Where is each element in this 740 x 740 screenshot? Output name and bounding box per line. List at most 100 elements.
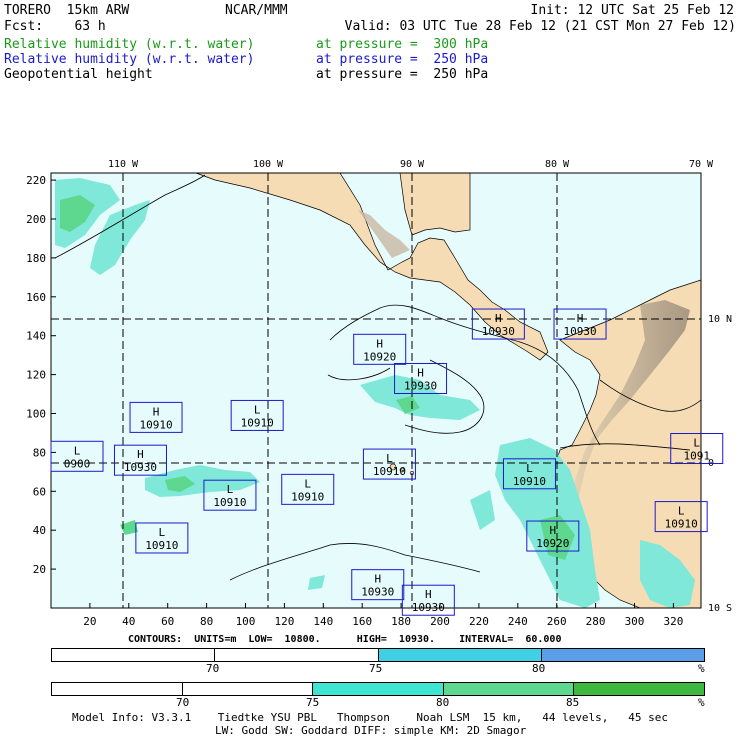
lon-label-100w: 100 W (253, 159, 284, 170)
pressure-value: 10930 (361, 586, 394, 599)
pressure-type: L (159, 526, 166, 539)
colorbar2-label-85: 85 (566, 696, 580, 709)
y-tick-label: 120 (26, 369, 46, 382)
colorbar2-label-75: 75 (306, 696, 320, 709)
pressure-type: H (376, 337, 383, 350)
colorbar1-label-80: 80 (532, 662, 546, 675)
pressure-value: 10910 (291, 490, 324, 503)
x-tick-label: 80 (200, 615, 213, 628)
field-2-name: Relative humidity (w.r.t. water) (4, 52, 255, 67)
pressure-type: L (526, 462, 533, 475)
field-3-level: at pressure = 250 hPa (316, 67, 489, 82)
pressure-value: 10930 (482, 325, 515, 338)
x-tick-label: 100 (236, 615, 256, 628)
pressure-value: 10910 (373, 465, 406, 478)
colorbar1-seg (215, 649, 379, 661)
pressure-type: L (304, 477, 311, 490)
field-1-level: at pressure = 300 hPa (316, 37, 489, 52)
pressure-value: 10910 (665, 518, 698, 531)
pressure-value: 0900 (64, 457, 91, 470)
colorbar1-seg (52, 649, 216, 661)
pressure-type: L (254, 403, 261, 416)
colorbar2-seg (313, 683, 444, 695)
colorbar1-seg (541, 649, 704, 661)
pressure-type: H (495, 312, 502, 325)
y-tick-label: 60 (33, 485, 46, 498)
x-tick-label: 140 (313, 615, 333, 628)
pressure-value: 10910 (139, 418, 172, 431)
pressure-type: H (425, 588, 432, 601)
colorbar1-seg (378, 649, 542, 661)
x-tick-label: 300 (625, 615, 645, 628)
colorbar2-seg (443, 683, 575, 695)
pressure-type: H (137, 448, 144, 461)
colorbar2-seg (52, 683, 183, 695)
field-2-level: at pressure = 250 hPa (316, 52, 489, 67)
colorbar-300hpa (51, 682, 705, 696)
pressure-type: H (577, 312, 584, 325)
y-tick-label: 40 (33, 524, 46, 537)
pressure-value: 10910 (145, 539, 178, 552)
colorbar2-seg (574, 683, 704, 695)
valid-time: Valid: 03 UTC Tue 28 Feb 12 (21 CST Mon … (344, 19, 736, 34)
colorbar2-seg (182, 683, 314, 695)
model-info-line1: Model Info: V3.3.1 Tiedtke YSU PBL Thomp… (72, 711, 669, 724)
pressure-type: L (74, 444, 81, 457)
pressure-value: 1091 (683, 450, 710, 463)
x-tick-label: 160 (352, 615, 372, 628)
x-tick-label: 260 (547, 615, 567, 628)
pressure-value: 10920 (536, 537, 569, 550)
pressure-value: 10930 (412, 601, 445, 614)
lat-label-10n: 10 N (708, 314, 732, 325)
pressure-value: 10920 (363, 350, 396, 363)
lon-label-90w: 90 W (400, 159, 425, 170)
pressure-type: H (549, 524, 556, 537)
y-tick-label: 160 (26, 291, 46, 304)
contours-info: CONTOURS: UNITS=m LOW= 10800. HIGH= 1093… (128, 634, 562, 645)
pressure-type: H (153, 405, 160, 418)
x-tick-label: 320 (663, 615, 683, 628)
y-tick-label: 140 (26, 330, 46, 343)
pressure-type: H (417, 366, 424, 379)
y-tick-label: 180 (26, 252, 46, 265)
lon-label-110w: 110 W (108, 159, 139, 170)
pressure-value: 10910 (213, 496, 246, 509)
colorbar-250hpa (51, 648, 705, 662)
init-time: Init: 12 UTC Sat 25 Feb 12 (530, 3, 735, 18)
x-tick-label: 280 (586, 615, 606, 628)
org-label: NCAR/MMM (225, 3, 288, 18)
x-tick-label: 20 (83, 615, 96, 628)
model-title: TORERO 15km ARW (4, 3, 130, 18)
x-tick-label: 180 (391, 615, 411, 628)
x-tick-label: 200 (430, 615, 450, 628)
lon-label-80w: 80 W (545, 159, 570, 170)
pressure-value: 10910 (241, 416, 274, 429)
x-tick-label: 40 (122, 615, 135, 628)
land-yucatan (399, 172, 471, 236)
pressure-type: L (678, 505, 685, 518)
x-tick-label: 220 (469, 615, 489, 628)
pressure-value: 10930 (124, 461, 157, 474)
lat-label-10s: 10 S (708, 603, 732, 614)
colorbar2-label-70: 70 (176, 696, 190, 709)
pressure-value: 10910 (513, 475, 546, 488)
pressure-value: 10930 (404, 379, 437, 392)
pressure-type: L (227, 483, 234, 496)
x-tick-label: 120 (274, 615, 294, 628)
y-tick-label: 220 (26, 174, 46, 187)
field-3-name: Geopotential height (4, 67, 153, 82)
colorbar2-unit: % (698, 696, 705, 709)
y-tick-label: 20 (33, 563, 46, 576)
pressure-value: 10930 (563, 325, 596, 338)
colorbar2-label-80: 80 (436, 696, 450, 709)
x-tick-label: 60 (161, 615, 174, 628)
pressure-type: L (386, 452, 393, 465)
y-tick-label: 200 (26, 213, 46, 226)
weather-map: 110 W 100 W 90 W 80 W 70 W 10 N 0 10 S 2… (26, 159, 732, 628)
pressure-type: H (374, 573, 381, 586)
y-tick-label: 80 (33, 446, 46, 459)
forecast-hour: Fcst: 63 h (4, 19, 106, 34)
lon-label-70w: 70 W (689, 159, 714, 170)
colorbar1-unit: % (698, 662, 705, 675)
model-info-line2: LW: Godd SW: Goddard DIFF: simple KM: 2D… (215, 724, 527, 737)
